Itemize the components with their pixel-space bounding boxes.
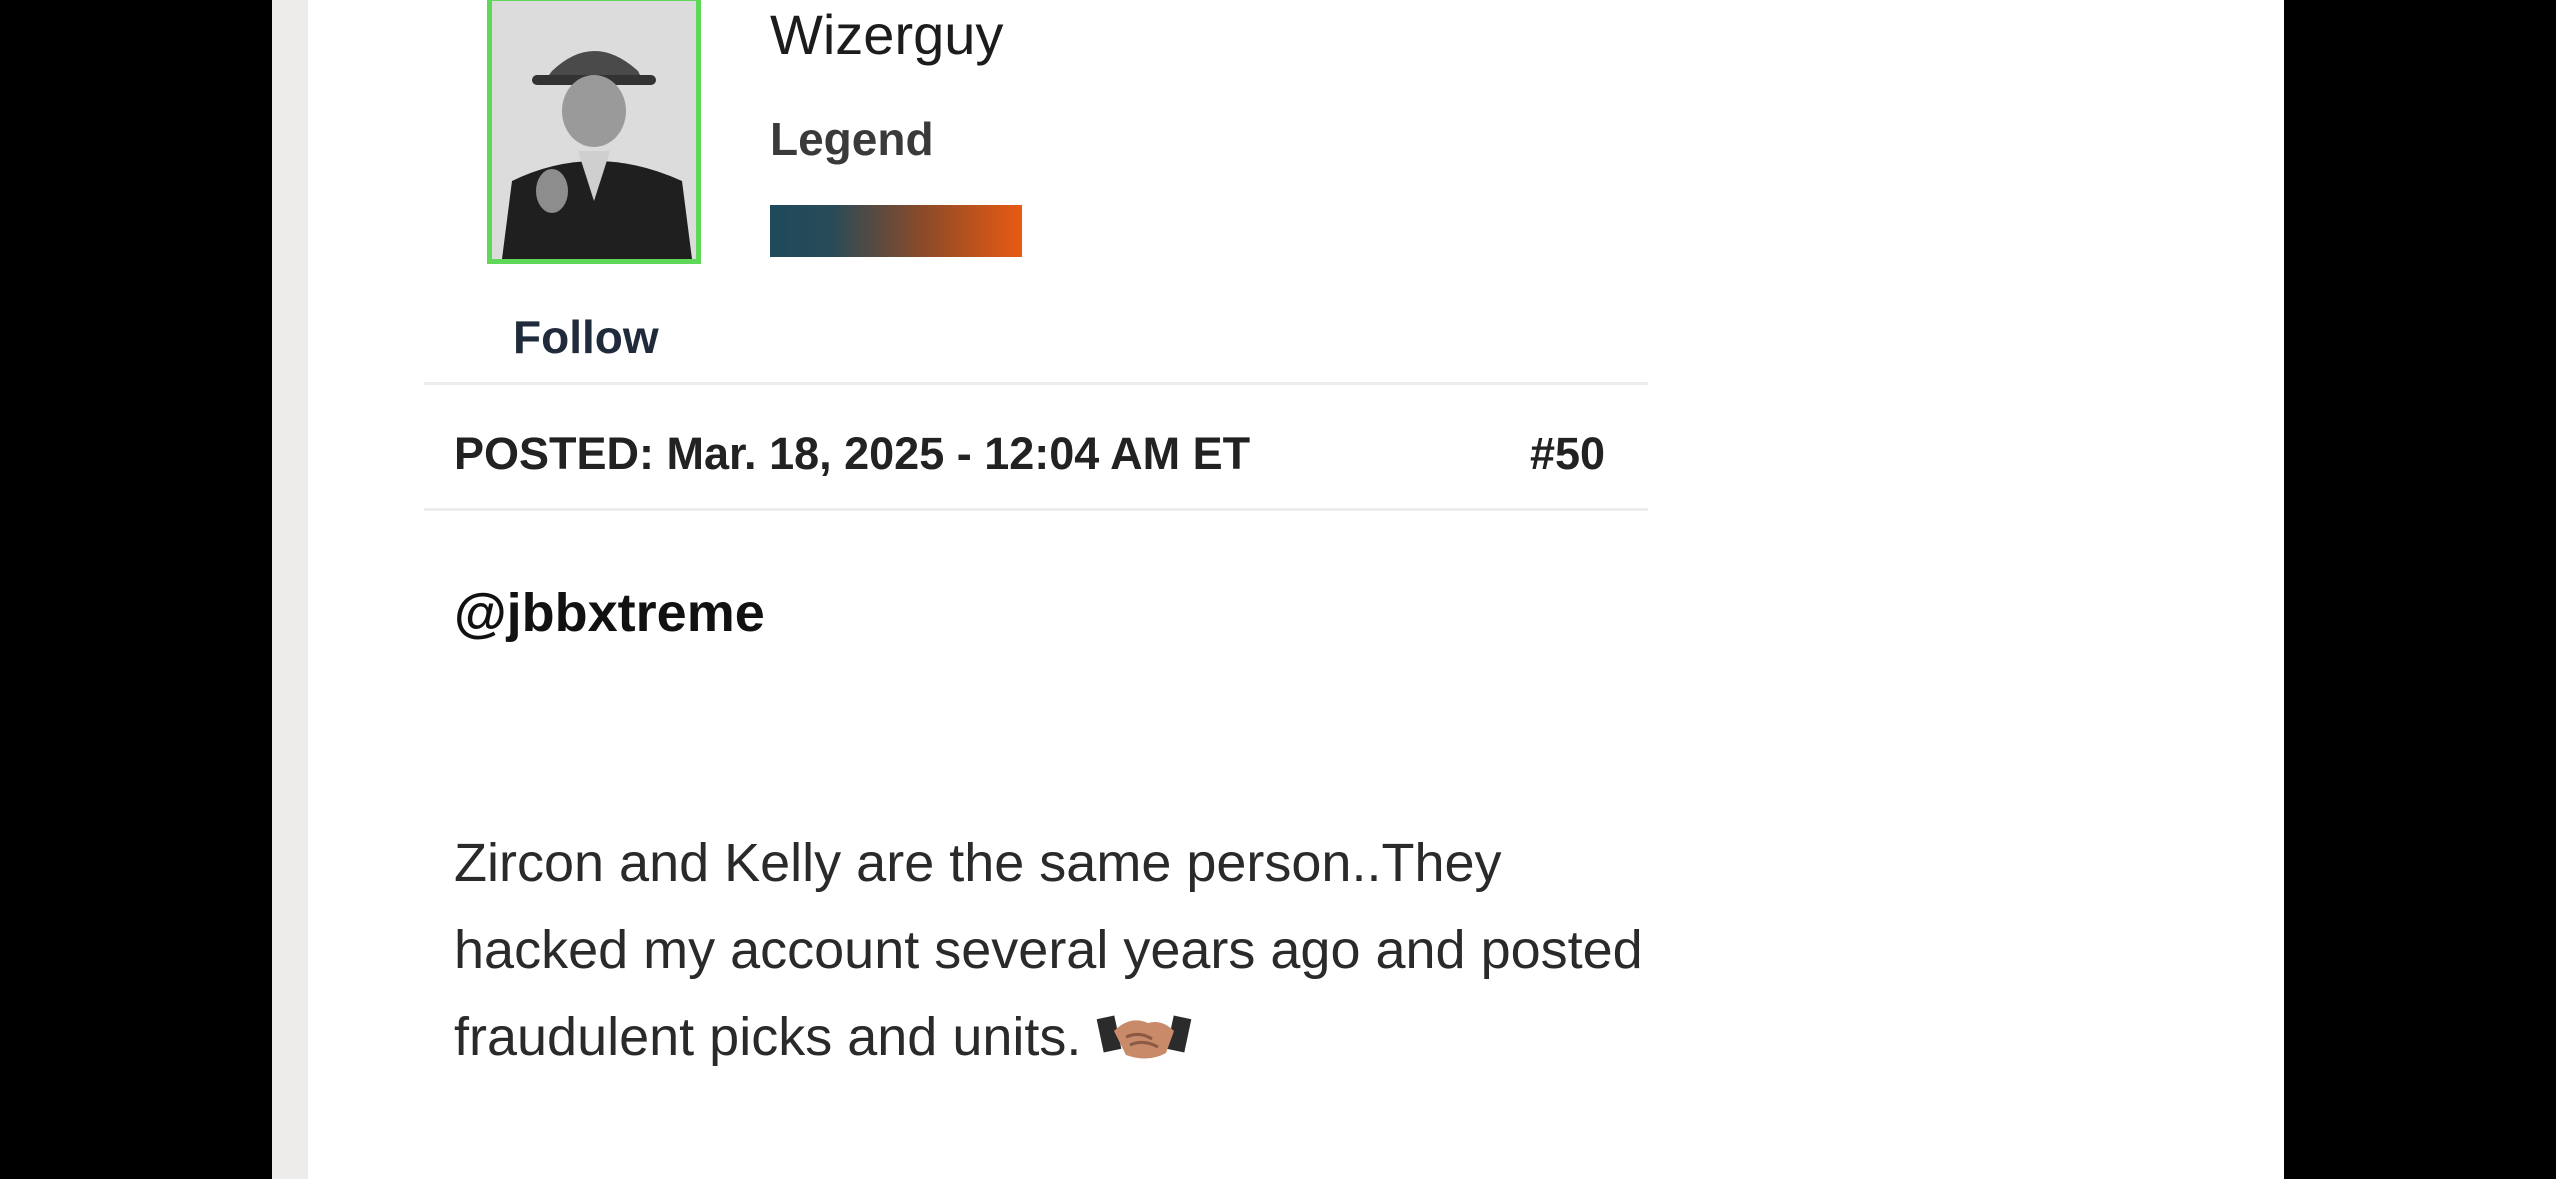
author-avatar[interactable] xyxy=(487,0,701,264)
divider xyxy=(424,382,1648,385)
rank-level-bar xyxy=(770,205,1022,257)
right-gutter xyxy=(2284,0,2556,1179)
handshake-emoji-icon xyxy=(1096,997,1192,1067)
divider xyxy=(424,508,1648,511)
post-number[interactable]: #50 xyxy=(1530,428,1605,480)
post-timestamp: POSTED: Mar. 18, 2025 - 12:04 AM ET xyxy=(454,428,1251,479)
post-body: Zircon and Kelly are the same person..Th… xyxy=(454,820,1664,1081)
forum-post: Wizerguy Legend Follow POSTED: Mar. 18, … xyxy=(308,0,2284,1179)
follow-button[interactable]: Follow xyxy=(513,310,659,364)
left-gutter xyxy=(272,0,308,1179)
author-rank: Legend xyxy=(770,113,934,165)
post-body-text: Zircon and Kelly are the same person..Th… xyxy=(454,833,1643,1067)
author-username[interactable]: Wizerguy xyxy=(770,2,1003,67)
mention-link[interactable]: @jbbxtreme xyxy=(454,582,765,644)
avatar-photo xyxy=(492,1,696,259)
